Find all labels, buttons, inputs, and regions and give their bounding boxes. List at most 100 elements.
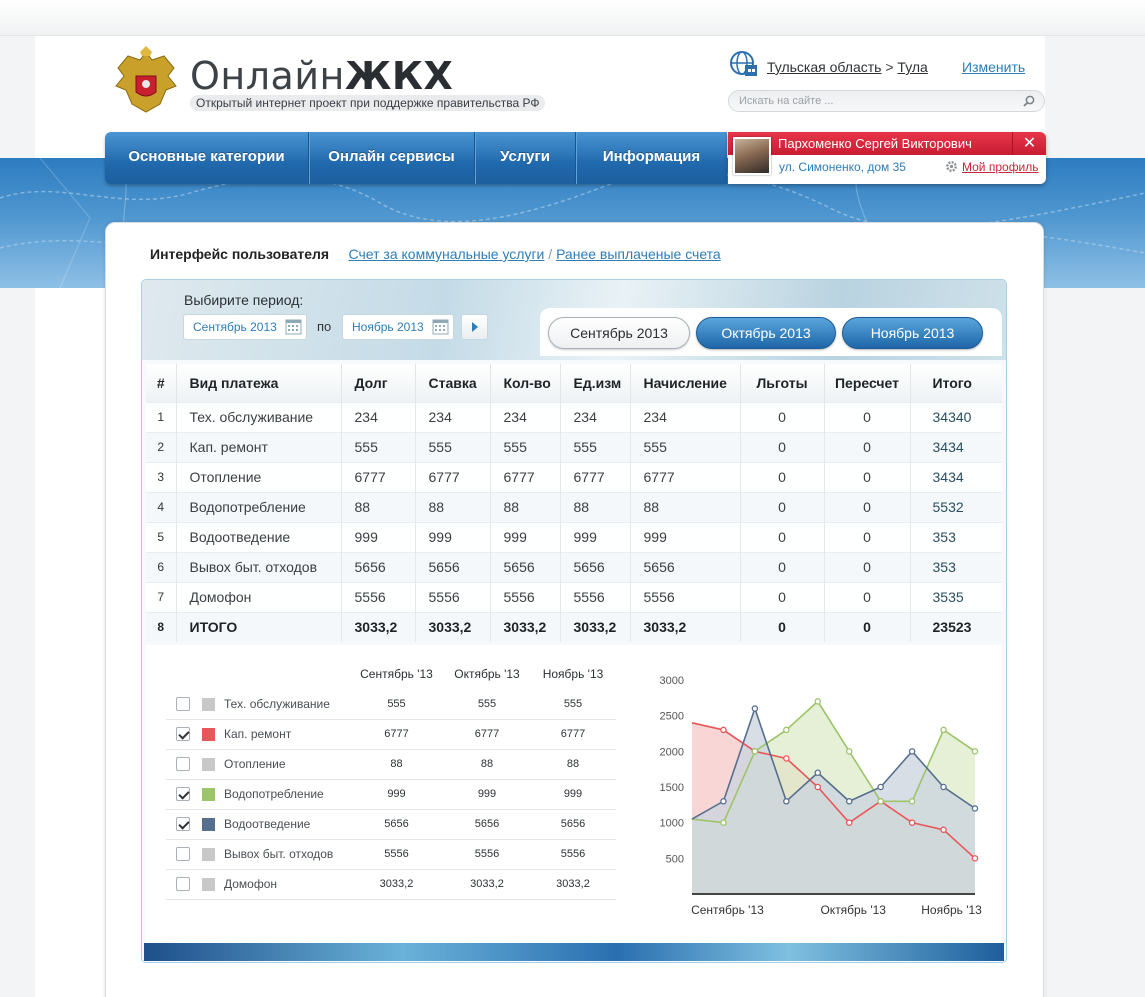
table-row: 5 Водоотведение 999 999 999 999 999 0 0 353 [146,521,1002,552]
quantity-cell: 999 [490,521,561,552]
series-legend-table: Сентябрь '13 Октябрь '13 Ноябрь '13 Тех.… [166,659,616,900]
search-icon[interactable] [1023,95,1035,107]
series-checkbox[interactable] [176,757,190,772]
debt-cell: 555 [341,431,416,462]
series-checkbox[interactable] [176,847,190,862]
series-value-cell: 555 [444,689,530,720]
bills-table-header: # Вид платежа Долг Ставка Кол-во Ед.изм … [146,364,1002,402]
total-cell: 3434 [910,431,1002,462]
breadcrumb-paid-bills-link[interactable]: Ранее выплаченые счета [556,246,721,262]
series-value-cell: 999 [530,779,616,810]
quantity-cell: 234 [490,401,561,432]
data-point [845,819,853,826]
data-point [814,783,822,791]
accrual-cell: 999 [630,521,741,552]
area-chart: 500 1000 1500 2000 2500 3000 Сентябрь '13 Октяб… [660,675,983,917]
main-nav: Основные категории Онлайн сервисы Услуги… [105,132,727,184]
period-to-value: Ноябрь 2013 [352,320,424,334]
recalculation-cell: 0 [824,491,911,522]
total-cell: 3434 [910,461,1002,492]
nav-item-online-services[interactable]: Онлайн сервисы [309,132,475,184]
series-value-cell: 5656 [530,809,616,840]
data-point [751,748,759,755]
quantity-cell: 6777 [490,461,561,492]
series-checkbox[interactable] [176,877,190,892]
period-to-field[interactable]: Ноябрь 2013 [342,314,454,340]
play-icon [472,322,478,332]
tab-september-2013[interactable]: Сентябрь 2013 [548,317,690,349]
apply-period-button[interactable] [461,314,488,340]
tab-november-2013[interactable]: Ноябрь 2013 [842,317,983,349]
row-number: 4 [146,491,177,522]
logo-regular: Онлайн [190,54,345,98]
nav-item-main-categories[interactable]: Основные категории [105,132,309,184]
site-tagline: Открытый интернет проект при поддержке п… [190,95,546,111]
series-color-swatch [202,788,215,802]
col-benefits: Льготы [740,364,825,402]
table-row: 1 Тех. обслуживание 234 234 234 234 234 0 0 34340 [146,401,1002,432]
data-point [877,798,884,805]
city-link[interactable]: Тула [897,59,927,75]
series-value-cell: 88 [530,749,616,780]
recalculation-cell: 0 [824,401,911,432]
search-input[interactable] [739,93,1009,109]
series-checkbox[interactable] [176,697,190,712]
close-icon[interactable]: ✕ [1012,132,1046,155]
data-point [720,819,727,826]
gear-icon [946,161,957,172]
data-point [908,748,916,755]
benefits-cell: 0 [740,491,825,522]
y-tick-label: 500 [666,853,684,865]
calendar-icon[interactable] [432,318,449,335]
debt-cell: 5656 [341,551,416,582]
series-color-swatch [202,728,215,742]
nav-item-information[interactable]: Информация [576,132,727,184]
tab-october-2013[interactable]: Октябрь 2013 [696,317,836,349]
user-name: Пархоменко Сергей Викторович [778,136,972,151]
payment-type: ИТОГО [176,611,342,642]
rate-cell: 5656 [415,551,491,582]
debt-cell: 999 [341,521,416,552]
series-checkbox[interactable] [176,727,190,742]
calendar-icon[interactable] [285,318,302,335]
col-payment-type: Вид платежа [176,364,342,402]
benefits-cell: 0 [740,581,825,612]
period-from-value: Сентябрь 2013 [193,320,277,334]
benefits-cell: 0 [740,431,825,462]
row-number: 2 [146,431,177,462]
series-checkbox[interactable] [176,817,190,832]
region-link[interactable]: Тульская область [767,59,881,75]
data-point [940,726,947,734]
data-point [783,726,790,734]
data-point [814,769,822,776]
search-box [728,90,1045,112]
change-region-link[interactable]: Изменить [962,59,1025,75]
data-point [783,755,790,762]
period-from-field[interactable]: Сентябрь 2013 [183,314,307,340]
site-logo-text[interactable]: ОнлайнЖКХ [190,54,453,98]
globe-icon [730,51,757,76]
data-point [908,819,916,826]
total-cell: 353 [910,521,1002,552]
series-value-cell: 3033,2 [444,869,530,900]
table-row: 4 Водопотребление 88 88 88 88 88 0 0 5532 [146,491,1002,522]
y-tick-label: 2500 [660,711,684,723]
period-label: Выбирите период: [184,292,304,308]
bills-table-body: 1 Тех. обслуживание 234 234 234 234 234 0 0 34340… [146,401,1002,642]
nav-item-services[interactable]: Услуги [475,132,576,184]
legend-row: Вывох быт. отходов 5556 5556 5556 [166,839,616,870]
breadcrumb-utility-bill-link[interactable]: Счет за коммунальные услуги [349,246,545,262]
legend-row: Тех. обслуживание 555 555 555 [166,689,616,720]
legend-row: Кап. ремонт 6777 6777 6777 [166,719,616,750]
quantity-cell: 555 [490,431,561,462]
my-profile-link[interactable]: Мой профиль [962,160,1039,174]
total-cell: 23523 [910,611,1002,642]
benefits-cell: 0 [740,401,825,432]
breadcrumb-separator: / [548,246,553,262]
col-debt: Долг [341,364,416,402]
series-color-swatch [202,818,215,832]
avatar[interactable] [733,137,771,175]
region-separator: > [885,59,894,75]
accrual-cell: 5556 [630,581,741,612]
series-checkbox[interactable] [176,787,190,802]
